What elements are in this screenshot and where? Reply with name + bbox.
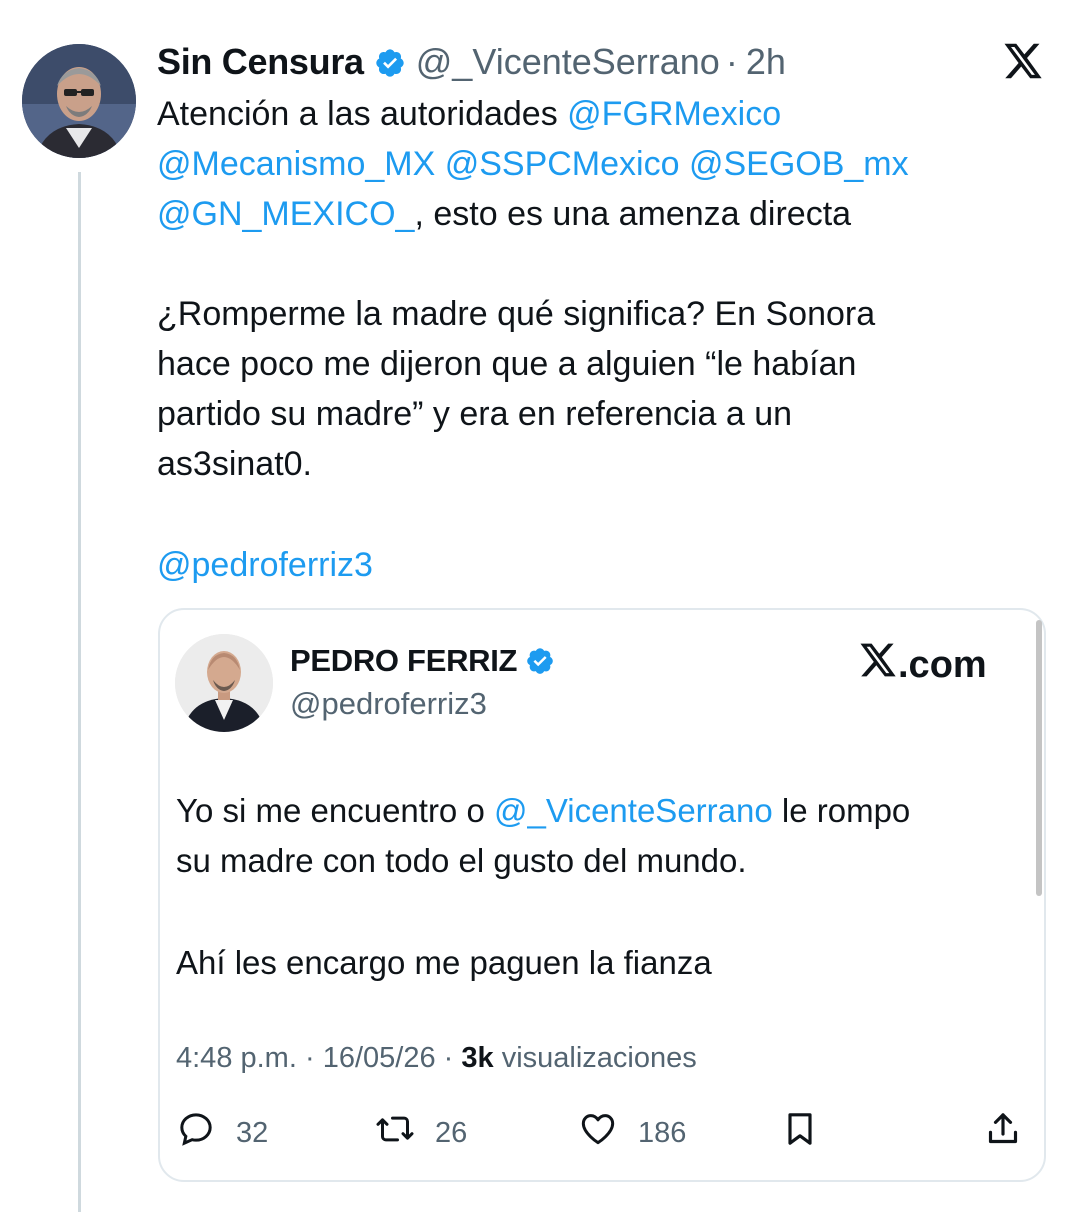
post-time[interactable]: 2h	[746, 41, 786, 83]
x-com-brand[interactable]: .com	[858, 640, 987, 690]
author-name[interactable]: Sin Censura	[157, 41, 364, 83]
post-header: Sin Censura @_VicenteSerrano · 2h	[157, 40, 786, 84]
scrollbar[interactable]	[1036, 620, 1042, 896]
post-text-line: ¿Romperme la madre qué significa? En Son…	[157, 295, 876, 333]
like-button[interactable]: 186	[578, 1110, 686, 1156]
quoted-text-line: su madre con todo el gusto del mundo.	[176, 842, 747, 879]
bookmark-icon	[780, 1109, 820, 1157]
repost-icon	[375, 1109, 415, 1157]
x-logo-icon[interactable]	[1002, 42, 1044, 80]
mention-link[interactable]: @pedroferriz3	[157, 546, 373, 584]
x-logo-icon	[858, 642, 898, 688]
quoted-text-line: Yo si me encuentro o @_VicenteSerrano le…	[176, 792, 911, 829]
post-text-line: @pedroferriz3	[157, 540, 1017, 590]
separator-dot: ·	[725, 41, 738, 82]
mention-link[interactable]: @Mecanismo_MX @SSPCMexico @SEGOB_mx	[157, 145, 909, 183]
post-text-line: partido su madre” y era en referencia a …	[157, 395, 793, 433]
mention-link[interactable]: @_VicenteSerrano	[494, 792, 773, 829]
like-count: 186	[638, 1116, 687, 1149]
quoted-author-avatar[interactable]	[175, 634, 273, 732]
share-button[interactable]	[983, 1110, 1023, 1156]
reply-button[interactable]: 32	[176, 1110, 268, 1156]
brand-domain: .com	[898, 643, 987, 686]
share-icon	[983, 1109, 1023, 1157]
thread-line	[78, 172, 81, 1212]
post-text-line: as3sinat0.	[157, 445, 312, 483]
quoted-author-name-row: PEDRO FERRIZ	[290, 643, 555, 679]
repost-button[interactable]: 26	[375, 1110, 467, 1156]
quoted-text-line: Ahí les encargo me paguen la fianza	[176, 944, 712, 981]
views-label: visualizaciones	[501, 1042, 697, 1074]
reply-count: 32	[236, 1116, 269, 1149]
post-text-line: hace poco me dijeron que a alguien “le h…	[157, 345, 857, 383]
like-icon	[578, 1109, 618, 1157]
author-handle[interactable]: @_VicenteSerrano	[416, 41, 720, 83]
bookmark-button[interactable]	[780, 1110, 820, 1156]
verified-badge-icon	[374, 46, 406, 78]
verified-badge-icon	[525, 646, 555, 676]
mention-link[interactable]: @FGRMexico	[567, 95, 781, 133]
meta-date[interactable]: 16/05/26	[323, 1042, 436, 1074]
post-text-line: Atención a las autoridades @FGRMexico	[157, 95, 782, 133]
meta-time[interactable]: 4:48 p.m.	[176, 1042, 297, 1074]
quoted-author-name[interactable]: PEDRO FERRIZ	[290, 643, 518, 679]
reply-icon	[176, 1109, 216, 1157]
repost-count: 26	[435, 1116, 468, 1149]
quoted-meta: 4:48 p.m. · 16/05/26 · 3k visualizacione…	[176, 1042, 697, 1074]
post-text-line: @GN_MEXICO_, esto es una amenza directa	[157, 195, 852, 233]
mention-link[interactable]: @GN_MEXICO_	[157, 195, 414, 233]
author-avatar[interactable]	[22, 44, 136, 158]
quoted-author-handle[interactable]: @pedroferriz3	[290, 686, 487, 722]
views-count: 3k	[461, 1042, 494, 1074]
post-text-line: @Mecanismo_MX @SSPCMexico @SEGOB_mx	[157, 139, 1017, 189]
